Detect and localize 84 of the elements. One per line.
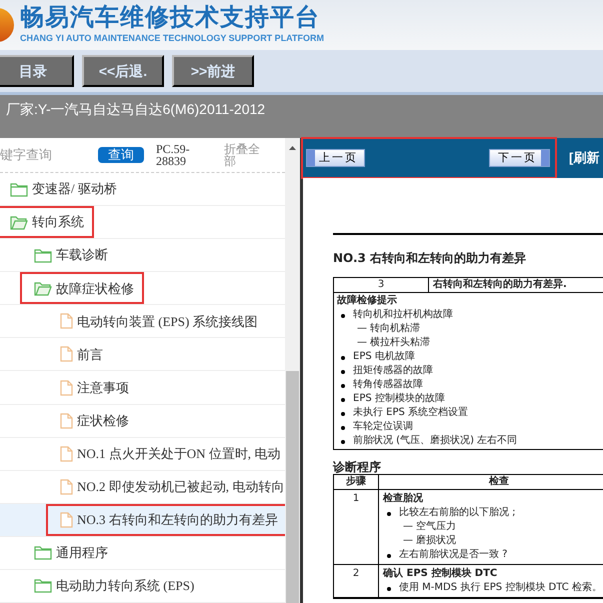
tree-item[interactable]: 故障症状检修 [0, 272, 285, 306]
table-cell: 3 [334, 278, 429, 292]
open-folder-icon [34, 280, 52, 296]
document-icon [60, 313, 73, 330]
list-text: 左右前胎状况是否一致 ? [399, 548, 508, 562]
tree-item-label: 症状检修 [77, 412, 129, 430]
document-icon [60, 446, 73, 462]
list-text: — 磨损状况 [403, 534, 456, 548]
tree-item[interactable]: 转向系统 [0, 206, 285, 240]
list-text: 转角传感器故障 [353, 378, 423, 392]
tree-item[interactable]: 症状检修 [0, 404, 285, 438]
list-text: — 转向机粘滞 [357, 322, 420, 336]
next-page-button[interactable]: 下一页 [489, 149, 550, 167]
tree-item-label: 通用程序 [56, 544, 108, 562]
document-icon [60, 380, 73, 396]
refresh-link[interactable]: [刷新 [569, 148, 600, 168]
list-text: 使用 M-MDS 执行 EPS 控制模块 DTC 检索。 [399, 581, 602, 595]
tree-item-label: 电动助力转向系统 (EPS) [56, 577, 194, 596]
tree-item[interactable]: NO.3 右转向和左转向的助力有差异 [0, 504, 285, 537]
document-icon [60, 478, 73, 495]
bullet-icon [341, 440, 345, 444]
tree-item-label: 车载诊断 [56, 246, 108, 264]
scrollbar[interactable] [285, 138, 300, 603]
tree-item-label: 电动转向装置 (EPS) 系统接线图 [77, 312, 258, 331]
document-icon [60, 346, 73, 362]
bullet-icon [341, 426, 345, 430]
tree-item-label: 故障症状检修 [56, 280, 134, 298]
previous-page-button[interactable]: 上一页 [306, 149, 365, 167]
open-folder-icon [10, 214, 28, 230]
bullet-icon [341, 370, 345, 374]
scrollbar-thumb[interactable] [286, 371, 299, 603]
bullet-icon [341, 314, 345, 318]
nav-button[interactable]: 目录 [0, 55, 74, 87]
bullet-icon [387, 554, 391, 558]
list-text: 车轮定位误调 [353, 420, 413, 434]
logo-icon [0, 8, 14, 42]
bullet-icon [387, 587, 391, 591]
list-text: — 横拉杆头粘滞 [357, 336, 430, 350]
list-text: 转向机和拉杆机构故障 [353, 308, 453, 322]
tree-item-label: NO.1 点火开关处于ON 位置时, 电动 [77, 444, 280, 463]
column-header: 步骤 [334, 475, 379, 489]
column-header: 检查 [488, 475, 510, 489]
folder-icon [34, 248, 52, 263]
folder-icon [34, 545, 52, 560]
hints-heading: 故障检修提示 [337, 294, 398, 308]
nav-button[interactable]: >>前进 [172, 55, 254, 87]
list-text: 比较左右前胎的以下胎况 ; [399, 506, 516, 520]
site-subtitle: CHANG YI AUTO MAINTENANCE TECHNOLOGY SUPPORT PLATFORM [20, 32, 324, 46]
tree-item-label: NO.2 即使发动机已被起动, 电动转向 [77, 478, 284, 496]
site-title: 畅易汽车维修技术支持平台 [20, 4, 321, 32]
folder-icon [34, 578, 52, 594]
bullet-icon [341, 398, 345, 402]
bullet-icon [341, 412, 345, 416]
list-text: 扭矩传感器的故障 [353, 364, 433, 378]
step-heading: 检查胎况 [383, 492, 424, 506]
step-number: 2 [334, 565, 379, 597]
document-icon [60, 512, 73, 528]
list-text: — 空气压力 [403, 520, 456, 534]
tree-item-label: NO.3 右转向和左转向的助力有差异 [77, 511, 278, 530]
breadcrumb-text: 厂家:Y-一汽马自达马自达6(M6)2011-2012 [6, 101, 266, 117]
bullet-icon [341, 356, 345, 360]
tree-item[interactable]: NO.2 即使发动机已被起动, 电动转向 [0, 470, 285, 504]
bullet-icon [341, 384, 345, 388]
folder-icon [10, 182, 28, 197]
list-text: EPS 电机故障 [353, 350, 415, 364]
search-button[interactable]: 查询 [98, 147, 144, 163]
scroll-up-icon[interactable] [289, 146, 296, 150]
tree-item-label: 变速器/ 驱动桥 [32, 180, 117, 198]
tree-item[interactable]: NO.1 点火开关处于ON 位置时, 电动 [0, 438, 285, 471]
tree-item-label: 注意事项 [77, 378, 129, 397]
nav-button[interactable]: <<后退. [82, 55, 164, 87]
list-text: EPS 控制模块的故障 [353, 392, 445, 406]
list-text: 未执行 EPS 系统空档设置 [353, 406, 468, 420]
list-text: 前胎状况 (气压、磨损状况) 左右不同 [353, 434, 518, 448]
tree-item-label: 转向系统 [32, 213, 84, 232]
table-cell-text: 右转向和左转向的助力有差异. [432, 278, 567, 292]
document-icon [60, 412, 73, 429]
step-number: 1 [334, 490, 379, 564]
step-heading: 确认 EPS 控制模块 DTC [383, 567, 498, 581]
code-text: PC.59-28839 [156, 143, 191, 167]
tree-item-label: 前言 [77, 346, 103, 364]
bullet-icon [387, 512, 391, 516]
document-title: NO.3 右转向和左转向的助力有差异 [333, 251, 528, 265]
procedure-heading: 诊断程序 [333, 460, 382, 474]
